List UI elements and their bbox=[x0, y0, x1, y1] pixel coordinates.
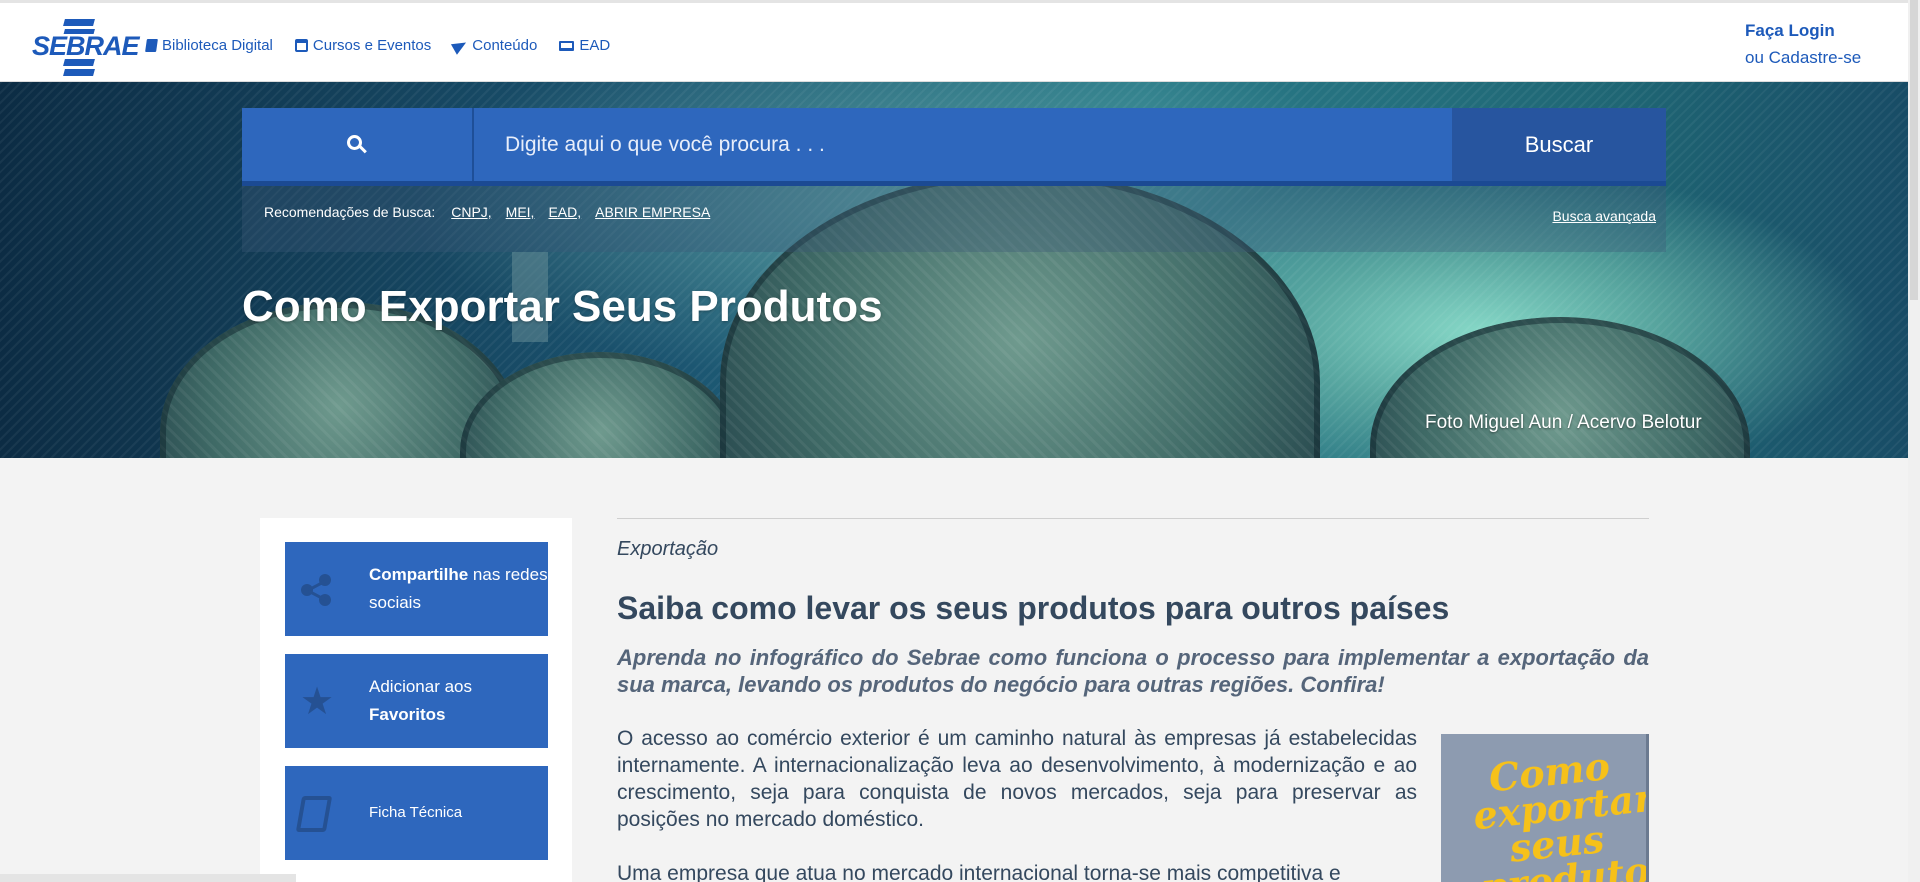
recommendation-link-cnpj[interactable]: CNPJ, bbox=[451, 204, 491, 220]
sidebar: Compartilhe nas redes sociais ★ Adiciona… bbox=[260, 518, 572, 882]
horizontal-scrollbar[interactable] bbox=[0, 874, 296, 882]
scrollbar-thumb[interactable] bbox=[1910, 0, 1918, 300]
photo-credit: Foto Miguel Aun / Acervo Belotur bbox=[1425, 412, 1702, 433]
calendar-icon bbox=[294, 39, 308, 52]
site-header: SEBRAE Biblioteca Digital Cursos e Event… bbox=[0, 0, 1908, 82]
article-paragraph: O acesso ao comércio exterior é um camin… bbox=[617, 727, 1417, 831]
tech-sheet-button[interactable]: Ficha Técnica bbox=[285, 766, 548, 860]
search-panel: Buscar Recomendações de Busca: CNPJ, MEI… bbox=[242, 108, 1666, 252]
main-nav: Biblioteca Digital Cursos e Eventos Cont… bbox=[145, 36, 610, 55]
article-paragraph: Uma empresa que atua no mercado internac… bbox=[617, 862, 1341, 882]
article-image-text: Como exportar seus produtos bbox=[1471, 743, 1649, 882]
search-input[interactable] bbox=[505, 108, 1405, 181]
share-label: Compartilhe nas redes sociais bbox=[369, 565, 548, 612]
recommendation-link-ead[interactable]: EAD, bbox=[548, 204, 581, 220]
advanced-search-link[interactable]: Busca avançada bbox=[1552, 208, 1656, 224]
hero-photo-dome bbox=[460, 352, 740, 458]
search-bar: Buscar bbox=[242, 108, 1666, 186]
search-button[interactable]: Buscar bbox=[1452, 108, 1666, 181]
divider bbox=[617, 518, 1649, 519]
laptop-icon bbox=[559, 40, 575, 51]
recommendations-label: Recomendações de Busca: bbox=[264, 204, 436, 220]
recommendation-link-mei[interactable]: MEI, bbox=[506, 204, 535, 220]
sebrae-logo[interactable]: SEBRAE bbox=[30, 15, 140, 76]
register-label[interactable]: ou Cadastre-se bbox=[1745, 44, 1861, 71]
nav-biblioteca-digital[interactable]: Biblioteca Digital bbox=[145, 37, 273, 54]
hero-photo-dome bbox=[1370, 317, 1750, 458]
article-body: O acesso ao comércio exterior é um camin… bbox=[617, 725, 1417, 882]
tech-sheet-label: Ficha Técnica bbox=[369, 804, 463, 821]
login-link[interactable]: Faça Login ou Cadastre-se bbox=[1745, 17, 1861, 71]
nav-cursos-eventos[interactable]: Cursos e Eventos bbox=[294, 37, 432, 54]
share-button[interactable]: Compartilhe nas redes sociais bbox=[285, 542, 548, 636]
nav-label: Cursos e Eventos bbox=[312, 37, 432, 54]
search-recommendations: Recomendações de Busca: CNPJ, MEI, EAD, … bbox=[264, 204, 710, 220]
search-icon bbox=[347, 134, 367, 155]
logo-text: SEBRAE bbox=[32, 31, 140, 61]
article-category[interactable]: Exportação bbox=[617, 538, 718, 561]
share-icon bbox=[299, 572, 335, 608]
nav-conteudo[interactable]: Conteúdo bbox=[451, 36, 538, 55]
vertical-scrollbar[interactable] bbox=[1908, 0, 1920, 882]
star-icon: ★ bbox=[299, 681, 335, 723]
nav-label: Biblioteca Digital bbox=[162, 37, 273, 54]
hero-banner: Buscar Recomendações de Busca: CNPJ, MEI… bbox=[0, 82, 1908, 458]
add-favorites-button[interactable]: ★ Adicionar aos Favoritos bbox=[285, 654, 548, 748]
nav-ead[interactable]: EAD bbox=[559, 37, 610, 54]
nav-label: EAD bbox=[579, 37, 611, 54]
book-icon bbox=[145, 39, 158, 52]
article-lead: Aprenda no infográfico do Sebrae como fu… bbox=[617, 645, 1649, 697]
page-title: Como Exportar Seus Produtos bbox=[242, 282, 883, 331]
recommendation-link-abrir-empresa[interactable]: ABRIR EMPRESA bbox=[595, 204, 710, 220]
article-image[interactable]: Como exportar seus produtos bbox=[1441, 734, 1649, 882]
book-icon bbox=[295, 796, 333, 832]
nav-label: Conteúdo bbox=[472, 37, 538, 54]
article-title: Saiba como levar os seus produtos para o… bbox=[617, 590, 1450, 626]
search-icon-box[interactable] bbox=[242, 108, 474, 181]
paper-plane-icon bbox=[451, 36, 470, 55]
login-label[interactable]: Faça Login bbox=[1745, 17, 1861, 44]
favorites-label: Adicionar aos Favoritos bbox=[369, 677, 473, 724]
